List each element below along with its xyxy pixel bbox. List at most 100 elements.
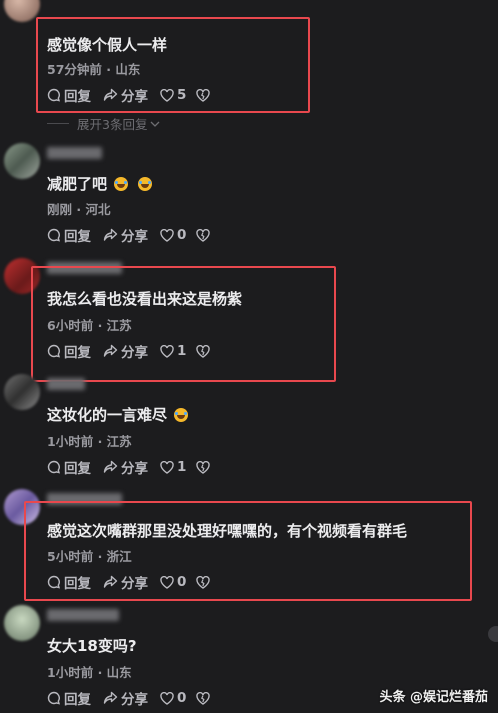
- reply-label: 回复: [64, 692, 91, 708]
- comment-text-content: 减肥了吧: [47, 175, 108, 193]
- comment-actions: 回复 分享 5: [47, 85, 213, 105]
- commenter-avatar[interactable]: [4, 258, 40, 294]
- heart-icon: [160, 691, 174, 705]
- dislike-button[interactable]: [196, 460, 213, 474]
- username-blurred: [47, 609, 119, 621]
- reply-button[interactable]: 回复: [47, 572, 91, 592]
- share-icon: [103, 691, 118, 704]
- comment-text: 我怎么看也没看出来这是杨紫: [47, 290, 243, 308]
- reply-button[interactable]: 回复: [47, 225, 91, 245]
- reply-icon: [47, 344, 61, 358]
- username-blurred: [47, 378, 85, 390]
- comment-location: 山东: [115, 62, 141, 77]
- broken-heart-icon: [196, 691, 211, 705]
- broken-heart-icon: [196, 228, 211, 242]
- comment-time: 1小时前: [47, 434, 94, 449]
- share-icon: [103, 228, 118, 241]
- comment-actions: 回复 分享 0: [47, 688, 213, 708]
- like-count: 1: [177, 343, 187, 359]
- like-count: 0: [177, 227, 187, 243]
- share-icon: [103, 460, 118, 473]
- watermark: 头条 @娱记烂番茄: [379, 690, 488, 705]
- like-button[interactable]: 5: [160, 87, 186, 103]
- reply-button[interactable]: 回复: [47, 688, 91, 708]
- dislike-button[interactable]: [196, 575, 213, 589]
- share-icon: [103, 88, 118, 101]
- comment-time: 57分钟前: [47, 62, 102, 77]
- comment-text: 感觉这次嘴群那里没处理好嘿嘿的，有个视频看有群毛: [47, 522, 408, 540]
- reply-button[interactable]: 回复: [47, 457, 91, 477]
- heart-icon: [160, 460, 174, 474]
- reply-button[interactable]: 回复: [47, 85, 91, 105]
- reply-icon: [47, 88, 61, 102]
- like-button[interactable]: 0: [160, 227, 186, 243]
- share-label: 分享: [121, 229, 148, 245]
- meta-separator: ·: [97, 549, 103, 564]
- comment-location: 山东: [106, 665, 132, 680]
- meta-separator: ·: [106, 62, 112, 77]
- comment-actions: 回复 分享 0: [47, 225, 213, 245]
- username-blurred: [47, 493, 122, 505]
- commenter-avatar[interactable]: [4, 374, 40, 410]
- share-button[interactable]: 分享: [103, 225, 148, 245]
- comment-time: 刚刚: [47, 202, 73, 217]
- comment-meta: 57分钟前 · 山东: [47, 59, 140, 78]
- like-count: 1: [177, 459, 187, 475]
- expand-divider: [47, 123, 69, 124]
- share-icon: [103, 575, 118, 588]
- broken-heart-icon: [196, 88, 211, 102]
- broken-heart-icon: [196, 460, 211, 474]
- comment-meta: 5小时前 · 浙江: [47, 546, 132, 565]
- commenter-avatar[interactable]: [4, 605, 40, 641]
- comment-time: 6小时前: [47, 318, 94, 333]
- dislike-button[interactable]: [196, 691, 213, 705]
- side-floating-button[interactable]: [488, 626, 498, 642]
- dislike-button[interactable]: [196, 88, 213, 102]
- reply-button[interactable]: 回复: [47, 341, 91, 361]
- reply-label: 回复: [64, 461, 91, 477]
- share-button[interactable]: 分享: [103, 457, 148, 477]
- dislike-button[interactable]: [196, 228, 213, 242]
- share-button[interactable]: 分享: [103, 341, 148, 361]
- like-button[interactable]: 1: [160, 459, 186, 475]
- comment-meta: 6小时前 · 江苏: [47, 315, 132, 334]
- commenter-avatar[interactable]: [4, 0, 40, 22]
- comment-text-content: 这妆化的一言难尽: [47, 406, 168, 424]
- share-label: 分享: [121, 461, 148, 477]
- comment-time: 5小时前: [47, 549, 94, 564]
- heart-icon: [160, 228, 174, 242]
- comment-location: 河北: [85, 202, 111, 217]
- username-blurred: [47, 147, 102, 159]
- share-icon: [103, 344, 118, 357]
- like-button[interactable]: 0: [160, 690, 186, 706]
- reply-label: 回复: [64, 345, 91, 361]
- like-button[interactable]: 1: [160, 343, 186, 359]
- expand-replies-button[interactable]: 展开3条回复: [77, 114, 161, 133]
- comment-text: 减肥了吧: [47, 173, 153, 194]
- comment-actions: 回复 分享 1: [47, 341, 213, 361]
- comment-meta: 1小时前 · 山东: [47, 662, 132, 681]
- like-button[interactable]: 0: [160, 574, 186, 590]
- laughing-tears-emoji-icon: [114, 177, 129, 191]
- share-button[interactable]: 分享: [103, 688, 148, 708]
- like-count: 5: [177, 87, 187, 103]
- commenter-avatar[interactable]: [4, 489, 40, 525]
- reply-icon: [47, 691, 61, 705]
- meta-separator: ·: [76, 202, 82, 217]
- comment-location: 江苏: [106, 318, 132, 333]
- heart-icon: [160, 344, 174, 358]
- heart-icon: [160, 575, 174, 589]
- share-label: 分享: [121, 89, 148, 105]
- dislike-button[interactable]: [196, 344, 213, 358]
- reply-icon: [47, 575, 61, 589]
- meta-separator: ·: [97, 665, 103, 680]
- comment-time: 1小时前: [47, 665, 94, 680]
- meta-separator: ·: [97, 318, 103, 333]
- share-button[interactable]: 分享: [103, 85, 148, 105]
- share-label: 分享: [121, 576, 148, 592]
- commenter-avatar[interactable]: [4, 143, 40, 179]
- share-button[interactable]: 分享: [103, 572, 148, 592]
- comment-actions: 回复 分享 1: [47, 457, 213, 477]
- reply-icon: [47, 460, 61, 474]
- comment-text: 这妆化的一言难尽: [47, 404, 189, 425]
